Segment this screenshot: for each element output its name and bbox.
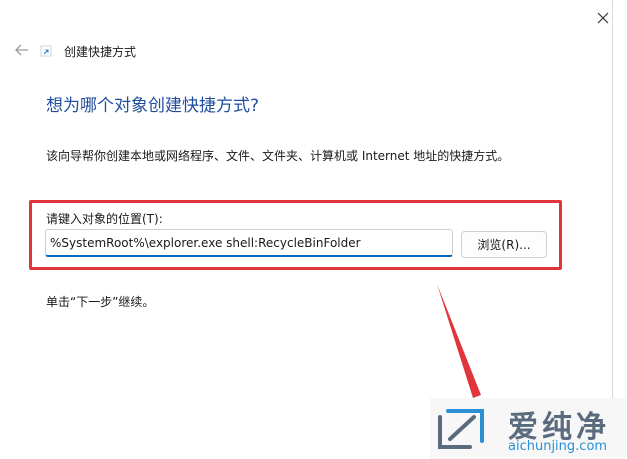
wizard-description: 该向导帮你创建本地或网络程序、文件、文件夹、计算机或 Internet 地址的快… (46, 149, 510, 163)
back-arrow-icon (15, 44, 28, 56)
shortcut-icon (40, 45, 52, 57)
close-button[interactable] (592, 7, 614, 29)
watermark-logo (438, 409, 484, 449)
wizard-title: 创建快捷方式 (64, 45, 137, 59)
watermark-url: aichunjing.com (508, 439, 608, 454)
page-heading: 想为哪个对象创建快捷方式? (46, 96, 260, 116)
annotation-highlight-box (29, 200, 562, 270)
watermark: 爱纯净 aichunjing.com (430, 398, 626, 459)
continue-instruction: 单击“下一步”继续。 (46, 295, 155, 309)
window-border (612, 0, 613, 459)
close-icon (597, 12, 609, 24)
create-shortcut-window: 创建快捷方式 想为哪个对象创建快捷方式? 该向导帮你创建本地或网络程序、文件、文… (0, 0, 627, 459)
back-button[interactable] (12, 40, 32, 60)
